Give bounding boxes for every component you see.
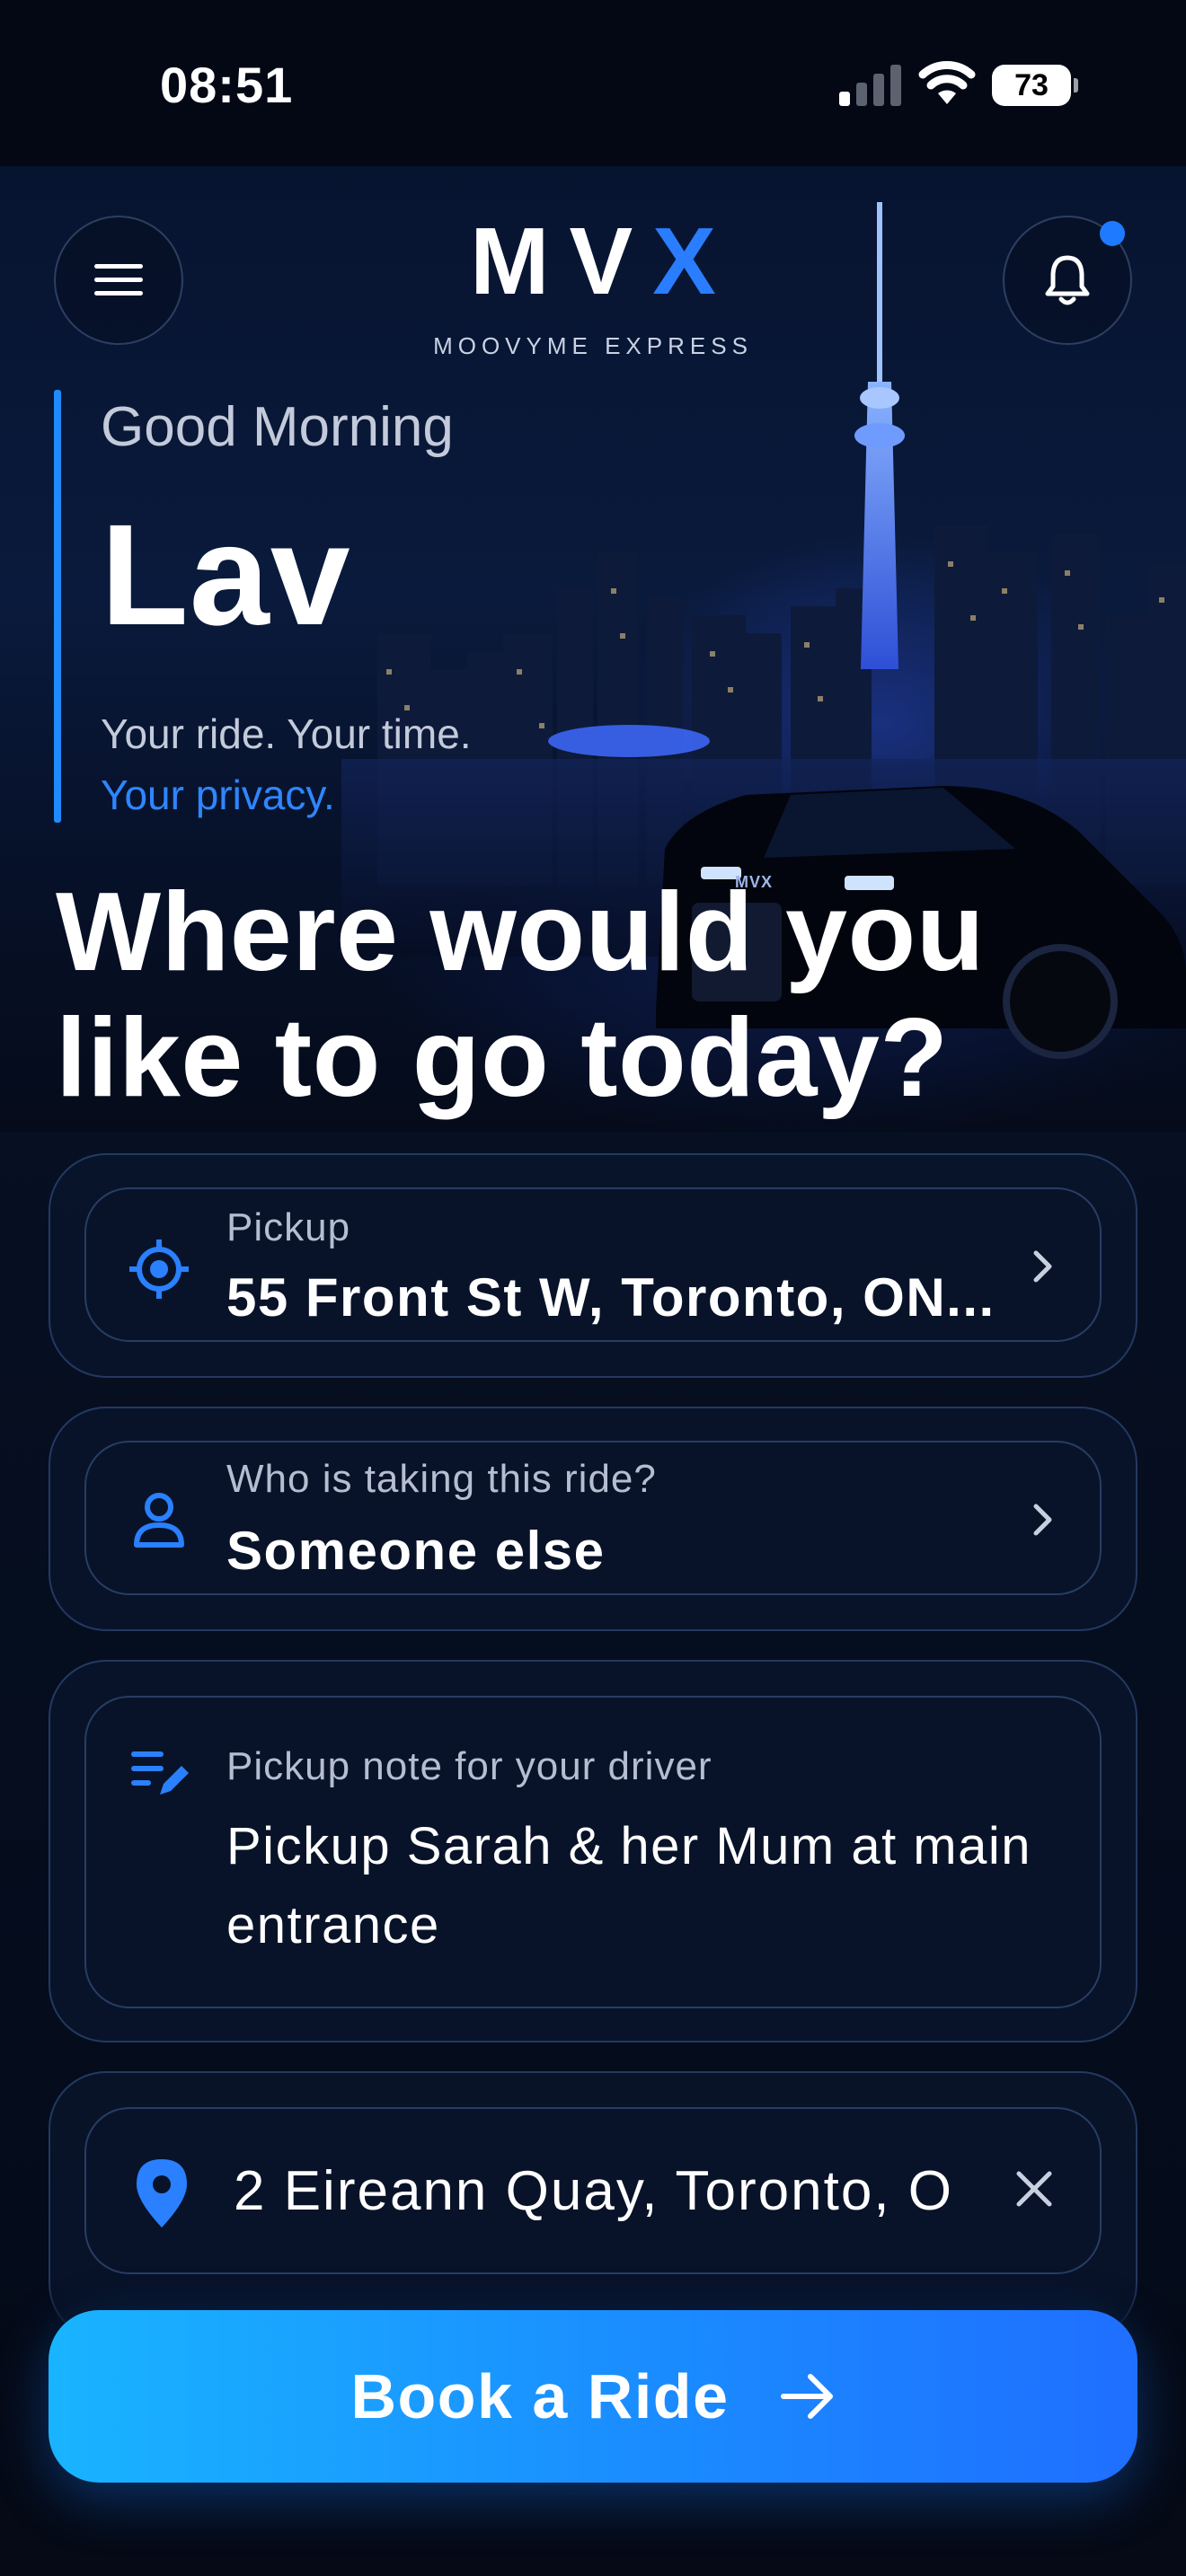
tagline-line-2: Your privacy. — [101, 772, 335, 818]
wifi-icon — [918, 61, 976, 104]
chevron-right-icon — [1033, 1250, 1052, 1283]
arrow-right-icon — [780, 2374, 833, 2419]
greeting-text: Good Morning — [101, 396, 454, 458]
rider-label: Who is taking this ride? — [226, 1457, 657, 1501]
rider-value: Someone else — [226, 1521, 606, 1581]
greeting-accent-bar — [54, 390, 61, 823]
logo-accent: X — [652, 208, 736, 314]
status-bar: 08:51 73 — [0, 0, 1186, 166]
user-name: Lav — [101, 494, 351, 655]
brand-logo: MVX MOOVYME EXPRESS — [395, 214, 791, 360]
destination-input[interactable]: 2 Eireann Quay, Toronto, O — [234, 2159, 1060, 2223]
battery-level: 73 — [1014, 67, 1049, 102]
person-icon — [134, 1493, 184, 1548]
logo-wordmark: MVX — [395, 214, 791, 309]
logo-main: MV — [470, 208, 653, 314]
map-pin-icon — [137, 2159, 187, 2228]
bell-icon — [1045, 255, 1090, 305]
pickup-field[interactable]: Pickup 55 Front St W, Toronto, ON... — [84, 1187, 1102, 1342]
pickup-address: 55 Front St W, Toronto, ON... — [226, 1267, 996, 1328]
status-time: 08:51 — [160, 57, 294, 113]
note-edit-icon — [131, 1751, 189, 1795]
pickup-label: Pickup — [226, 1205, 351, 1249]
pickup-note-field[interactable]: Pickup note for your driver Pickup Sarah… — [84, 1696, 1102, 2008]
logo-subtitle: MOOVYME EXPRESS — [433, 332, 753, 359]
location-target-icon — [129, 1239, 189, 1299]
cellular-signal-icon — [839, 65, 901, 106]
app-screen: 08:51 73 MVX MOOVYME EXPRESS Good Mornin… — [0, 0, 1186, 2576]
rider-field[interactable]: Who is taking this ride? Someone else — [84, 1441, 1102, 1595]
chevron-right-icon — [1033, 1504, 1052, 1536]
notification-badge — [1100, 221, 1125, 246]
clear-icon[interactable] — [1013, 2168, 1055, 2210]
destination-field[interactable]: 2 Eireann Quay, Toronto, O — [84, 2107, 1102, 2274]
rider-card: Who is taking this ride? Someone else — [49, 1407, 1137, 1631]
battery-icon: 73 — [992, 65, 1078, 106]
pickup-card: Pickup 55 Front St W, Toronto, ON... — [49, 1153, 1137, 1378]
page-headline: Where would you like to go today? — [56, 870, 985, 1120]
book-ride-label: Book a Ride — [350, 2361, 730, 2431]
hamburger-menu-icon — [94, 264, 143, 296]
tagline-line-1: Your ride. Your time. — [101, 710, 472, 757]
book-ride-button[interactable]: Book a Ride — [49, 2310, 1137, 2483]
note-label: Pickup note for your driver — [226, 1744, 712, 1788]
pickup-note-card: Pickup note for your driver Pickup Sarah… — [49, 1660, 1137, 2042]
menu-button[interactable] — [54, 216, 183, 345]
note-text: Pickup Sarah & her Mum at main entrance — [226, 1817, 1032, 1954]
